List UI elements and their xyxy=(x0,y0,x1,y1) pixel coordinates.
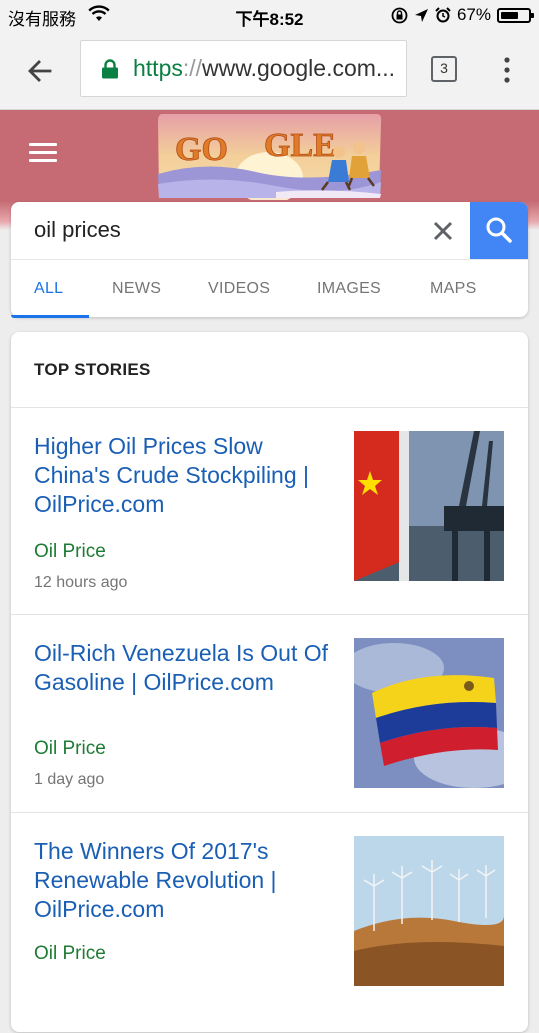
search-input[interactable]: oil prices xyxy=(34,217,121,243)
url-host: www.google.com... xyxy=(202,55,396,81)
address-bar[interactable]: https://www.google.com... xyxy=(80,40,407,97)
top-stories-card: TOP STORIES Higher Oil Prices Slow China… xyxy=(11,332,528,1032)
location-icon xyxy=(414,8,428,22)
story-time: 1 day ago xyxy=(34,771,105,788)
back-arrow-icon[interactable] xyxy=(22,53,58,89)
story-headline[interactable]: The Winners Of 2017's Renewable Revoluti… xyxy=(34,837,334,924)
story-thumbnail[interactable] xyxy=(354,431,504,581)
story-source: Oil Price xyxy=(34,541,106,562)
tab-maps[interactable]: MAPS xyxy=(430,280,477,298)
battery-fill xyxy=(501,11,519,19)
google-doodle-logo[interactable]: GO GLE xyxy=(156,112,383,200)
more-options-icon[interactable] xyxy=(497,55,517,85)
story-thumbnail[interactable] xyxy=(354,638,504,788)
story-item[interactable]: Higher Oil Prices Slow China's Crude Sto… xyxy=(11,407,528,614)
url-scheme: https xyxy=(133,55,183,81)
story-source: Oil Price xyxy=(34,738,106,759)
rotation-lock-icon xyxy=(391,7,408,23)
story-headline[interactable]: Oil-Rich Venezuela Is Out Of Gasoline | … xyxy=(34,639,334,697)
tab-videos[interactable]: VIDEOS xyxy=(208,280,270,298)
search-card: oil prices ALL NEWS VIDEOS IMAGES MAPS xyxy=(11,202,528,318)
battery-icon xyxy=(497,7,534,23)
story-thumbnail[interactable] xyxy=(354,836,504,986)
story-time: 12 hours ago xyxy=(34,574,128,591)
search-button[interactable] xyxy=(470,202,528,259)
svg-text:GO: GO xyxy=(175,131,228,168)
tab-images[interactable]: IMAGES xyxy=(317,280,381,298)
active-tab-indicator xyxy=(11,315,89,318)
tab-all[interactable]: ALL xyxy=(34,280,63,298)
search-icon xyxy=(486,217,512,243)
story-item[interactable]: The Winners Of 2017's Renewable Revoluti… xyxy=(11,812,528,1033)
hamburger-menu-icon[interactable] xyxy=(29,143,57,163)
search-tabs: ALL NEWS VIDEOS IMAGES MAPS xyxy=(11,259,528,318)
url-separator: :// xyxy=(182,55,203,81)
tab-switcher-button[interactable]: 3 xyxy=(431,56,457,82)
status-bar: 沒有服務 下午8:52 67% xyxy=(0,0,539,30)
story-headline[interactable]: Higher Oil Prices Slow China's Crude Sto… xyxy=(34,432,334,519)
story-item[interactable]: Oil-Rich Venezuela Is Out Of Gasoline | … xyxy=(11,614,528,812)
section-title: TOP STORIES xyxy=(34,360,151,379)
story-source: Oil Price xyxy=(34,943,106,964)
alarm-icon xyxy=(435,7,451,23)
url-text: https://www.google.com... xyxy=(133,55,395,82)
battery-percent: 67% xyxy=(456,5,491,24)
clear-icon[interactable] xyxy=(430,218,456,244)
browser-toolbar: https://www.google.com... 3 xyxy=(0,30,539,110)
svg-text:GLE: GLE xyxy=(264,127,336,164)
lock-icon xyxy=(102,58,118,78)
tab-news[interactable]: NEWS xyxy=(112,280,161,298)
